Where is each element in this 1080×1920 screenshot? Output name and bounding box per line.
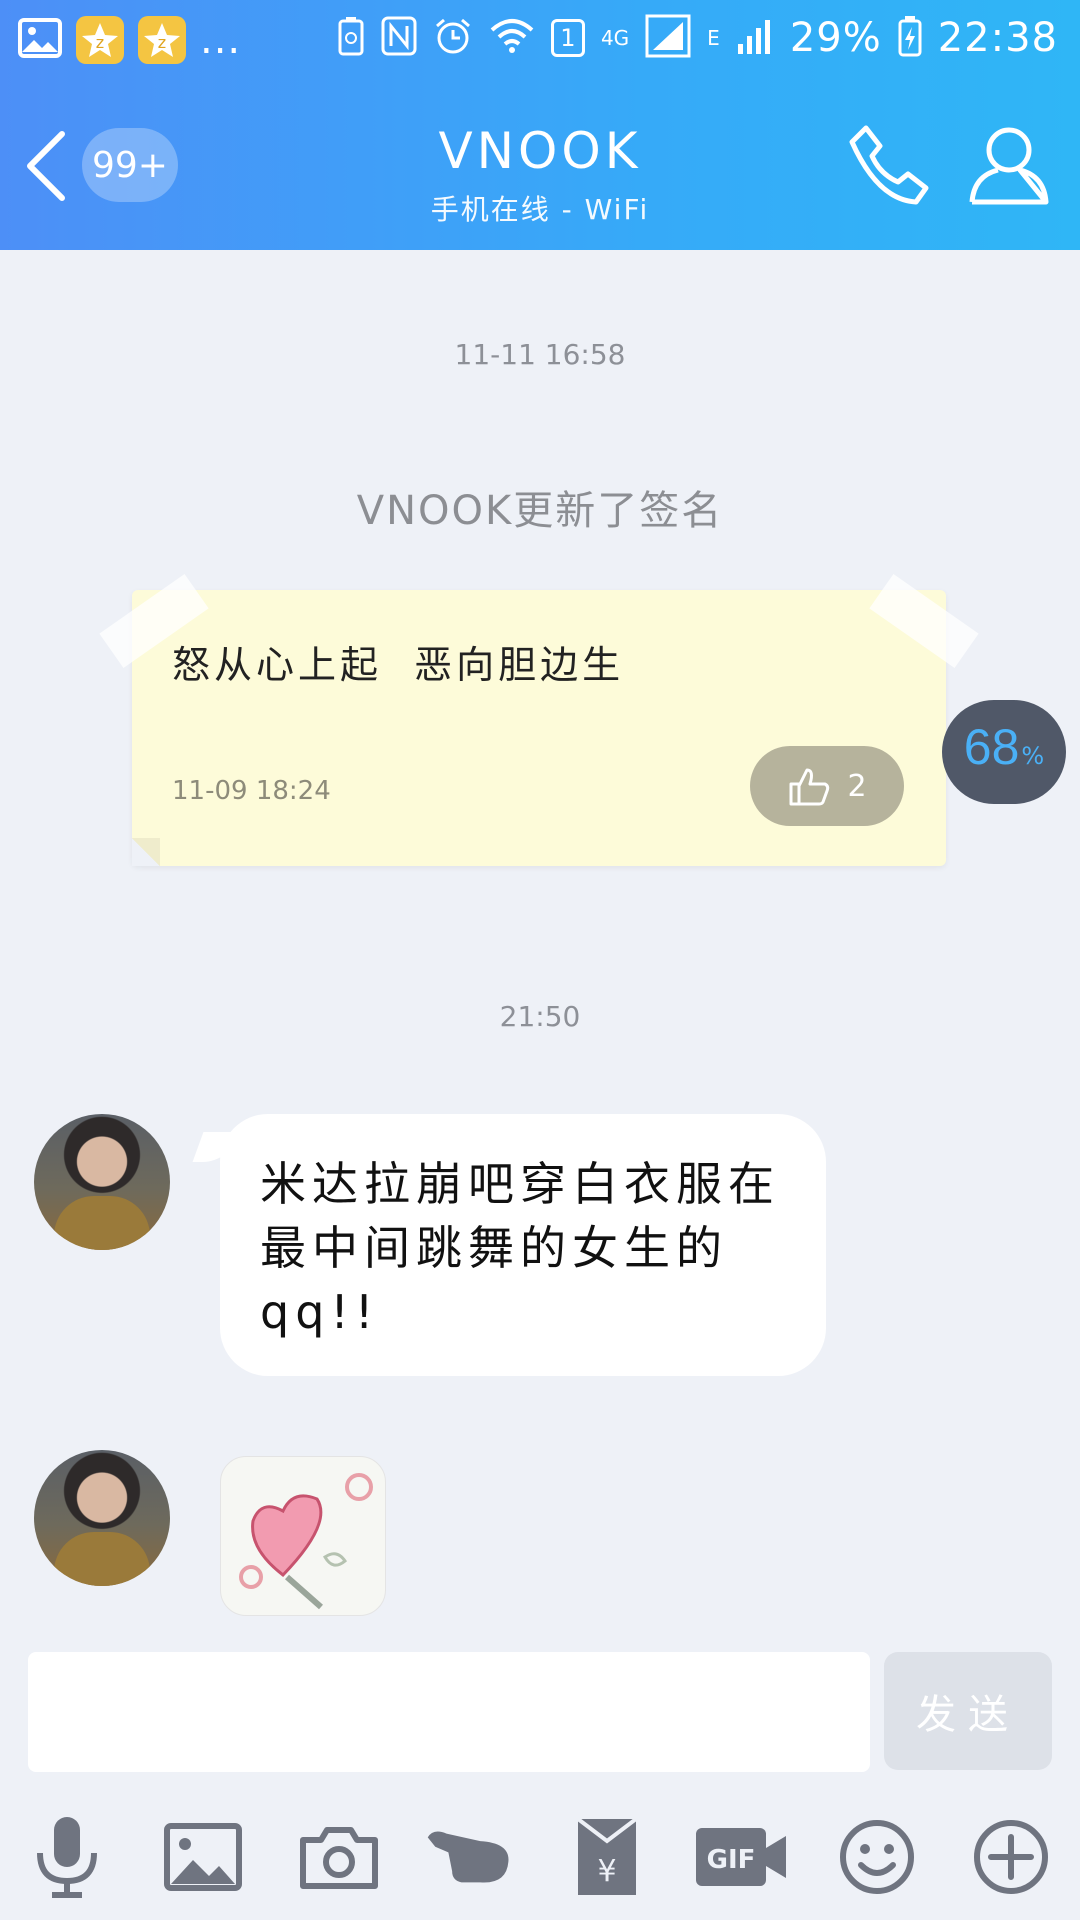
battery-saver-icon: [337, 16, 365, 60]
poke-hand-icon: [427, 1831, 509, 1883]
call-button[interactable]: [844, 120, 934, 210]
status-bar: z z ... 1 4G E 29% 22:38: [0, 0, 1080, 86]
percent-bubble[interactable]: 68 %: [942, 700, 1066, 804]
network-4g-label: 4G: [600, 26, 630, 50]
battery-percent: 29%: [789, 15, 882, 61]
qzone-notification-icon: z: [76, 16, 124, 64]
thumbs-up-icon: [789, 768, 830, 806]
nfc-icon: [381, 16, 417, 60]
heart-sticker-icon: [239, 1473, 373, 1610]
emoji-icon: [840, 1820, 914, 1894]
message-timestamp: 11-11 16:58: [454, 338, 626, 371]
heart-sticker-message[interactable]: [220, 1456, 386, 1616]
input-toolbar: ¥ GIF: [0, 1800, 1080, 1910]
red-packet-button[interactable]: ¥: [562, 1812, 652, 1902]
wifi-icon: [489, 16, 535, 60]
tape-decoration: [869, 573, 979, 669]
status-left: z z ...: [18, 16, 241, 64]
person-icon: [969, 127, 1049, 205]
network-e-label: E: [707, 26, 720, 50]
contact-avatar[interactable]: [34, 1450, 170, 1586]
voice-button[interactable]: [22, 1812, 112, 1902]
battery-charging-icon: [898, 15, 922, 61]
emoji-button[interactable]: [832, 1812, 922, 1902]
qzone-notification-icon-2: z: [138, 16, 186, 64]
like-button[interactable]: 2: [750, 746, 904, 826]
like-count: 2: [847, 768, 867, 804]
photo-button[interactable]: [158, 1812, 248, 1902]
svg-text:z: z: [96, 33, 104, 52]
plus-icon: [974, 1820, 1048, 1894]
sim-badge: 1: [550, 19, 585, 57]
signal-icon: [645, 14, 691, 62]
microphone-icon: [37, 1817, 97, 1898]
svg-text:z: z: [158, 33, 166, 52]
more-notifications: ...: [200, 17, 242, 63]
contact-avatar[interactable]: [34, 1114, 170, 1250]
message-bubble[interactable]: 米达拉崩吧穿白衣服在最中间跳舞的女生的qq!!: [220, 1114, 826, 1376]
message-text: 米达拉崩吧穿白衣服在最中间跳舞的女生的qq!!: [260, 1157, 780, 1339]
message-timestamp: 21:50: [499, 1000, 581, 1033]
gallery-notification-icon: [18, 18, 62, 62]
system-notice: VNOOK更新了签名: [356, 488, 724, 534]
image-icon: [164, 1823, 242, 1891]
svg-text:¥: ¥: [597, 1854, 616, 1889]
paper-fold: [132, 838, 160, 866]
percent-unit: %: [1021, 742, 1045, 770]
gif-icon: GIF: [696, 1828, 786, 1886]
signature-date: 11-09 18:24: [172, 776, 331, 806]
more-options-button[interactable]: [966, 1812, 1056, 1902]
camera-icon: [300, 1827, 378, 1889]
chat-header: z z ... 1 4G E 29% 22:38 99+ VNOOK 手机在线 …: [0, 0, 1080, 250]
send-button[interactable]: 发送: [884, 1652, 1052, 1770]
profile-button[interactable]: [966, 120, 1052, 210]
camera-button[interactable]: [294, 1812, 384, 1902]
svg-text:GIF: GIF: [707, 1845, 756, 1875]
phone-icon: [849, 125, 929, 205]
signal-icon-2: [736, 16, 774, 60]
signature-text: 怒从心上起 恶向胆边生: [172, 643, 625, 687]
clock: 22:38: [937, 15, 1058, 61]
signature-card[interactable]: 怒从心上起 恶向胆边生 11-09 18:24 2: [99, 573, 979, 866]
message-input[interactable]: [28, 1652, 870, 1772]
status-right: 1 4G E 29% 22:38: [337, 14, 1058, 62]
poke-button[interactable]: [424, 1812, 514, 1902]
alarm-icon: [433, 16, 473, 60]
red-packet-icon: ¥: [576, 1817, 638, 1895]
gif-button[interactable]: GIF: [692, 1812, 790, 1902]
percent-value: 68: [963, 719, 1020, 775]
